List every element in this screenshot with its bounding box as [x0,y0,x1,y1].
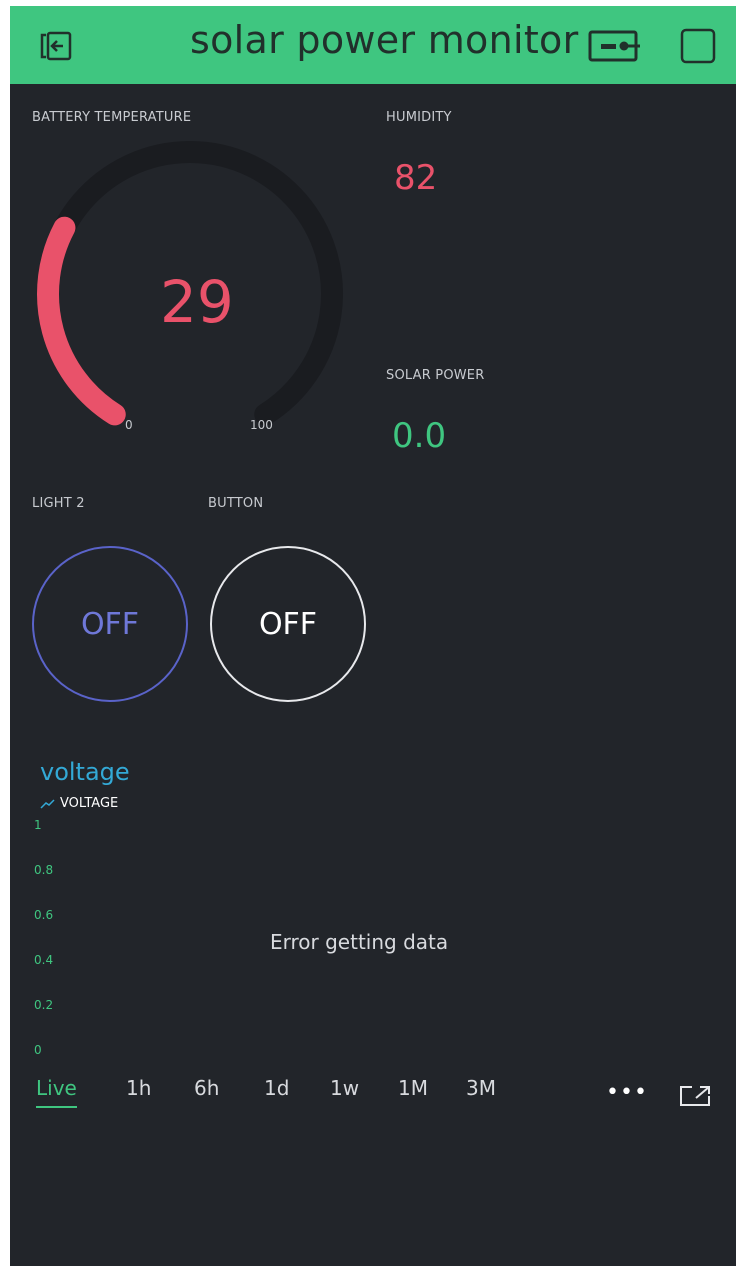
button-toggle[interactable]: OFF [210,546,366,702]
y-tick-label: 1 [34,818,42,832]
legend-line-icon [40,798,55,809]
y-tick-label: 0.8 [34,863,54,877]
light2-toggle-button[interactable]: OFF [32,546,188,702]
app-screen: solar power monitor BATTERY TEMPERATURE … [10,6,736,1266]
range-tab-1m[interactable]: 1M [398,1076,428,1106]
light2-state: OFF [80,606,140,642]
range-tab-3m[interactable]: 3M [466,1076,496,1106]
humidity-label: HUMIDITY [386,110,452,125]
y-tick-label: 0 [34,1043,42,1057]
humidity-value: 82 [394,158,438,198]
legend-label: VOLTAGE [60,796,119,811]
range-tab-1h[interactable]: 1h [126,1076,151,1106]
chart-title: voltage [40,758,130,786]
light2-label: LIGHT 2 [32,496,85,511]
solar-power-value: 0.0 [392,416,447,456]
y-tick-label: 0.4 [34,953,54,967]
chart-legend[interactable]: VOLTAGE [40,796,118,811]
y-tick-label: 0.6 [34,908,54,922]
button-state: OFF [258,606,318,642]
gauge-max: 100 [250,418,273,432]
gauge-label: BATTERY TEMPERATURE [32,110,192,125]
gauge-min: 0 [125,418,133,432]
chart-more-button[interactable]: ••• [606,1080,648,1105]
range-tab-6h[interactable]: 6h [194,1076,219,1106]
y-tick-label: 0.2 [34,998,54,1012]
chart-error-message: Error getting data [270,930,449,954]
top-bar: solar power monitor [10,6,736,84]
range-tab-1w[interactable]: 1w [330,1076,359,1106]
solar-power-label: SOLAR POWER [386,368,485,383]
expand-icon[interactable] [678,1084,712,1112]
exit-icon[interactable] [34,24,78,68]
gauge-value: 29 [160,268,234,336]
device-status-icon[interactable] [582,24,646,68]
range-tab-live[interactable]: Live [36,1076,77,1108]
app-title: solar power monitor [190,18,579,62]
gauge-fill [37,216,126,426]
range-tab-1d[interactable]: 1d [264,1076,289,1106]
button-label: BUTTON [208,496,264,511]
square-icon[interactable] [676,24,720,68]
